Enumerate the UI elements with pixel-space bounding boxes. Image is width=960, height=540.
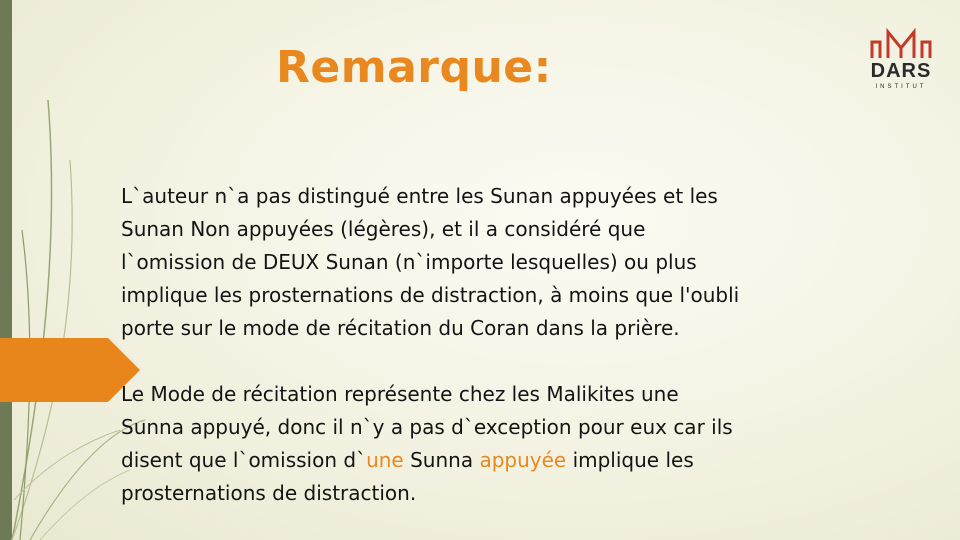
text-line: disent que l`omission d`une Sunna appuyé… — [121, 448, 694, 472]
text-line: implique les prosternations de distracti… — [121, 283, 740, 307]
text-line: prosternations de distraction. — [121, 481, 417, 505]
text-line: Sunan Non appuyées (légères), et il a co… — [121, 217, 646, 241]
logo-subtitle: INSTITUT — [875, 84, 927, 90]
text-segment: Sunna — [403, 448, 480, 472]
logo-name: DARS — [870, 60, 932, 82]
text-line: porte sur le mode de récitation du Coran… — [121, 316, 680, 340]
text-line: l`omission de DEUX Sunan (n`importe lesq… — [121, 250, 697, 274]
text-line: Le Mode de récitation représente chez le… — [121, 382, 679, 406]
orange-arrow-shape — [0, 338, 140, 402]
paragraph-1: L`auteur n`a pas distingué entre les Sun… — [121, 180, 921, 345]
logo-emblem-icon — [870, 27, 932, 58]
highlight-appuyee: appuyée — [479, 448, 567, 472]
slide: Remarque: DARS INSTITUT L`auteur n`a pas… — [0, 0, 960, 540]
text-segment: disent que l`omission d` — [121, 448, 367, 472]
text-segment: implique les — [566, 448, 694, 472]
highlight-une: une — [366, 448, 404, 472]
text-line: L`auteur n`a pas distingué entre les Sun… — [121, 184, 718, 208]
dars-logo: DARS INSTITUT — [866, 27, 936, 96]
text-line: Sunna appuyé, donc il n`y a pas d`except… — [121, 415, 733, 439]
paragraph-2: Le Mode de récitation représente chez le… — [121, 378, 921, 510]
slide-title: Remarque: — [276, 42, 552, 93]
body-text: L`auteur n`a pas distingué entre les Sun… — [121, 180, 921, 510]
